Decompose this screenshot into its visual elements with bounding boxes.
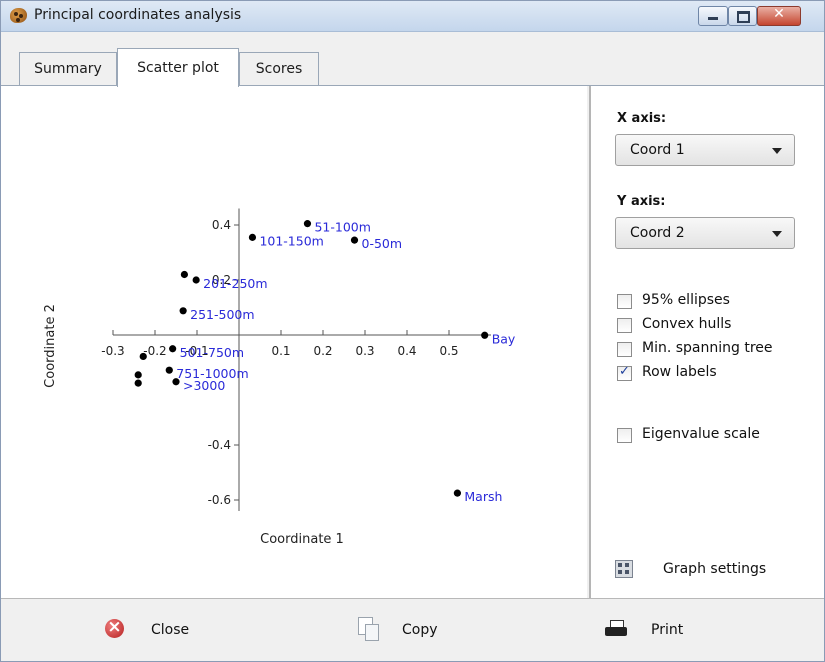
close-circle-icon <box>105 617 124 638</box>
scatter-point <box>134 379 142 387</box>
y-axis-select[interactable]: Coord 2 <box>615 217 795 249</box>
x-tick-label: 0.3 <box>355 344 374 358</box>
scatter-point <box>172 378 180 386</box>
y-axis-label: Y axis: <box>617 194 666 209</box>
point-label: 0-50m <box>362 236 403 251</box>
scatter-plot-panel: -0.3 -0.2 -0.1 0.1 0.2 0.3 0.4 0.5 0.4 0.2 -0.4 -0.… <box>1 86 587 598</box>
tab-summary[interactable]: Summary <box>19 52 117 85</box>
maximize-button[interactable] <box>728 6 757 26</box>
minimize-icon <box>708 17 718 20</box>
scatter-point <box>139 352 147 361</box>
point-label: 101-150m <box>259 233 323 248</box>
option-convex-hulls[interactable]: Convex hulls <box>617 316 817 334</box>
print-button-label: Print <box>651 622 684 638</box>
checkmark-icon: ✓ <box>619 364 630 379</box>
x-tick-label: -0.2 <box>143 344 166 358</box>
x-axis-label: X axis: <box>617 111 667 126</box>
print-button[interactable]: Print <box>605 617 705 643</box>
bottom-toolbar: Close Copy Print <box>1 598 824 661</box>
point-label: 251-500m <box>190 307 254 322</box>
ellipses-label: 95% ellipses <box>642 292 730 308</box>
x-tick-label: 0.5 <box>439 344 458 358</box>
copy-icon <box>358 617 379 641</box>
printer-icon <box>605 620 627 636</box>
convex-hulls-label: Convex hulls <box>642 316 732 332</box>
graph-settings-icon[interactable] <box>615 560 633 578</box>
scatter-point <box>192 276 200 284</box>
x-axis-select[interactable]: Coord 1 <box>615 134 795 166</box>
option-row-labels[interactable]: ✓ Row labels <box>617 364 817 382</box>
app-logo-icon <box>10 8 27 23</box>
scatter-point <box>169 345 177 353</box>
tab-scores[interactable]: Scores <box>239 52 319 85</box>
scatter-point <box>481 331 489 339</box>
window-title: Principal coordinates analysis <box>34 7 242 23</box>
point-label: >3000 <box>183 378 225 393</box>
row-labels-label: Row labels <box>642 364 717 380</box>
x-axis-select-value: Coord 1 <box>630 142 685 158</box>
scatter-point <box>134 371 142 379</box>
title-bar[interactable]: Principal coordinates analysis ✕ <box>1 1 824 32</box>
x-tick-label: -0.3 <box>101 344 124 358</box>
x-tick-label: 0.2 <box>313 344 332 358</box>
convex-hulls-checkbox[interactable] <box>617 318 632 333</box>
close-icon: ✕ <box>773 6 785 22</box>
copy-button-label: Copy <box>402 622 438 638</box>
y-axis-select-value: Coord 2 <box>630 225 685 241</box>
eigenvalue-label: Eigenvalue scale <box>642 426 760 442</box>
y-tick-label: 0.4 <box>212 218 231 232</box>
scatter-plot[interactable]: -0.3 -0.2 -0.1 0.1 0.2 0.3 0.4 0.50.40.2-0.4-0.… <box>1 86 587 598</box>
scatter-point <box>453 489 461 497</box>
maximize-icon <box>737 11 750 23</box>
ellipses-checkbox[interactable] <box>617 294 632 309</box>
point-label: Bay <box>492 331 516 346</box>
option-eigenvalue-scale[interactable]: Eigenvalue scale <box>617 426 817 444</box>
option-min-spanning-tree[interactable]: Min. spanning tree <box>617 340 817 358</box>
dropdown-arrow-icon <box>772 231 782 237</box>
scatter-point <box>303 220 312 228</box>
scatter-point <box>350 236 359 244</box>
window-close-button[interactable]: ✕ <box>757 6 801 26</box>
close-button-label: Close <box>151 622 190 638</box>
minimize-button[interactable] <box>698 6 728 26</box>
eigenvalue-checkbox[interactable] <box>617 428 632 443</box>
scatter-point <box>180 270 188 279</box>
plot-options-panel: X axis: Coord 1 Y axis: Coord 2 95% elli… <box>589 86 824 598</box>
row-labels-checkbox[interactable]: ✓ <box>617 364 632 381</box>
y-tick-label: -0.6 <box>208 493 231 507</box>
graph-settings-button[interactable]: Graph settings <box>663 561 766 577</box>
app-window: Principal coordinates analysis ✕ Summary… <box>0 0 825 662</box>
point-label: 501-750m <box>180 345 244 360</box>
point-label: 201-250m <box>203 276 267 291</box>
y-tick-label: -0.4 <box>208 438 231 452</box>
point-label: 51-100m <box>314 220 370 235</box>
copy-button[interactable]: Copy <box>356 617 456 643</box>
scatter-point <box>248 233 257 241</box>
scatter-point <box>165 366 173 374</box>
tab-scatter-plot[interactable]: Scatter plot <box>117 48 239 87</box>
scatter-point <box>179 307 187 315</box>
dropdown-arrow-icon <box>772 148 782 154</box>
x-axis-title: Coordinate 1 <box>260 532 344 547</box>
spanning-tree-label: Min. spanning tree <box>642 340 773 356</box>
close-button[interactable]: Close <box>105 617 205 643</box>
option-95-ellipses[interactable]: 95% ellipses <box>617 292 817 310</box>
x-tick-label: 0.1 <box>271 344 290 358</box>
x-tick-label: 0.4 <box>397 344 416 358</box>
point-label: Marsh <box>464 489 502 504</box>
y-axis-title: Coordinate 2 <box>43 304 58 388</box>
spanning-tree-checkbox[interactable] <box>617 342 632 357</box>
